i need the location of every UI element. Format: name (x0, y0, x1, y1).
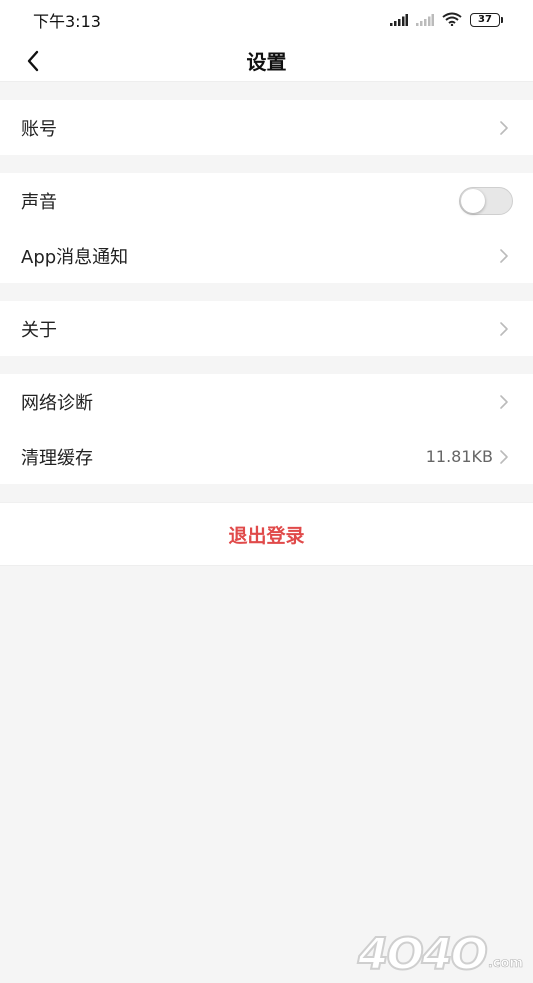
clear-cache-row[interactable]: 清理缓存 11.81KB (0, 429, 533, 484)
app-notification-label: App消息通知 (21, 246, 129, 268)
signal-icon-secondary (416, 11, 434, 30)
chevron-right-icon (497, 448, 511, 466)
app-notification-row[interactable]: App消息通知 (0, 228, 533, 283)
notification-group: 声音 App消息通知 (0, 173, 533, 283)
back-button[interactable] (18, 46, 48, 76)
chevron-right-icon (497, 119, 511, 137)
about-group: 关于 (0, 301, 533, 356)
sound-label: 声音 (21, 191, 57, 213)
network-diagnosis-row[interactable]: 网络诊断 (0, 374, 533, 429)
about-row[interactable]: 关于 (0, 301, 533, 356)
sound-toggle[interactable] (459, 186, 513, 215)
status-bar: 下午3:13 37 (0, 0, 533, 40)
account-group: 账号 (0, 100, 533, 155)
clear-cache-label: 清理缓存 (21, 447, 93, 469)
battery-level: 37 (470, 13, 500, 27)
chevron-right-icon (497, 393, 511, 411)
status-icons: 37 (390, 11, 503, 30)
page-title: 设置 (246, 50, 287, 74)
watermark-suffix: .com (487, 956, 524, 972)
toggle-knob (461, 188, 485, 213)
logout-label: 退出登录 (228, 524, 305, 547)
watermark-text: 4O4O (357, 929, 489, 980)
wifi-icon (442, 11, 462, 30)
chevron-right-icon (497, 247, 511, 265)
chevron-right-icon (497, 320, 511, 338)
sound-row: 声音 (0, 173, 533, 228)
header: 设置 (0, 40, 533, 82)
signal-icon (390, 11, 408, 30)
about-label: 关于 (21, 319, 57, 341)
chevron-left-icon (27, 50, 39, 72)
status-time: 下午3:13 (33, 12, 101, 31)
logout-button[interactable]: 退出登录 (0, 502, 533, 566)
account-row[interactable]: 账号 (0, 100, 533, 155)
watermark-logo: 4O4O .com (357, 929, 524, 980)
battery-icon: 37 (470, 13, 503, 27)
tools-group: 网络诊断 清理缓存 11.81KB (0, 374, 533, 484)
cache-size: 11.81KB (425, 447, 493, 466)
account-label: 账号 (21, 118, 57, 140)
network-diagnosis-label: 网络诊断 (21, 392, 93, 414)
